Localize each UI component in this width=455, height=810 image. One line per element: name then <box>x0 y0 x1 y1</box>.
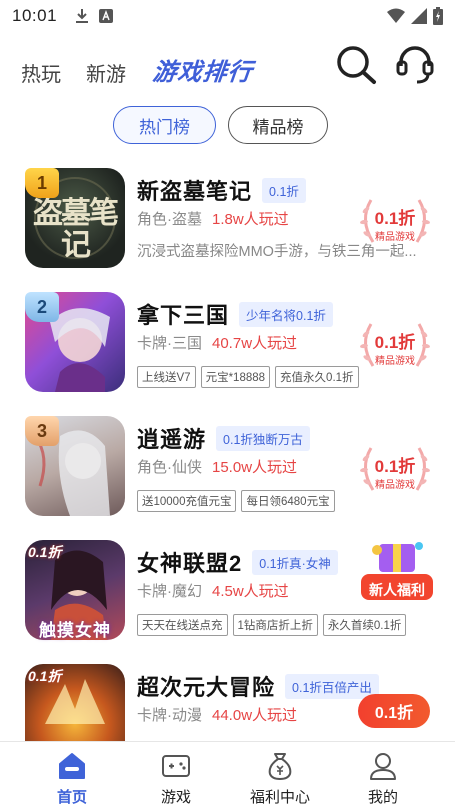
benefit-chip: 送10000充值元宝 <box>137 490 237 512</box>
meta-row: 卡牌·动漫 44.0w人玩过 <box>137 704 297 725</box>
game-category: 卡牌·魔幻 <box>137 583 202 600</box>
game-title-row: 拿下三国 少年名将0.1折 <box>137 298 333 330</box>
discount-tag: 0.1折 <box>262 177 306 203</box>
game-category: 角色·盗墓 <box>137 211 202 228</box>
nav-games[interactable]: 游戏 <box>136 742 216 810</box>
game-category: 卡牌·动漫 <box>137 707 202 724</box>
nav-label: 福利中心 <box>249 789 310 806</box>
nav-label: 首页 <box>56 789 87 806</box>
money-bag-icon <box>268 753 292 781</box>
game-name[interactable]: 女神联盟2 <box>137 546 242 578</box>
person-icon <box>370 753 396 780</box>
list-item[interactable]: 0.1折 触摸女神 女神联盟2 0.1折真·女神 卡牌·魔幻 4.5w人玩过 天… <box>0 540 455 660</box>
newbie-gift-label: 新人福利 <box>369 582 425 598</box>
benefit-chip: 每日领6480元宝 <box>241 490 335 512</box>
list-item[interactable]: 0.1折 超次元大冒险 0.1折百倍产出 卡牌·动漫 44.0w人玩过 0.1折 <box>0 664 455 741</box>
list-item[interactable]: 2 拿下三国 少年名将0.1折 卡牌·三国 40.7w人玩过 上线送V7 元宝*… <box>0 292 455 412</box>
award-label: 精品游戏 <box>375 356 415 367</box>
segment-hot-list[interactable]: 热门榜 <box>113 106 216 144</box>
meta-row: 卡牌·魔幻 4.5w人玩过 <box>137 580 289 601</box>
status-right-icons <box>387 7 443 25</box>
award-label: 精品游戏 <box>375 232 415 243</box>
tab-new[interactable]: 新游 <box>86 58 126 87</box>
nav-label: 我的 <box>367 789 398 806</box>
game-title-row: 女神联盟2 0.1折真·女神 <box>137 546 338 578</box>
bottom-nav: 首页 游戏 福利中心 我的 <box>0 741 455 810</box>
chip-row: 送10000充值元宝 每日领6480元宝 <box>137 490 335 512</box>
players-count: 44.0w人玩过 <box>212 707 298 724</box>
icon-corner-label: 0.1折 <box>28 668 62 684</box>
award-badge: 0.1折 精品游戏 <box>357 316 433 376</box>
benefit-chip: 元宝*18888 <box>200 366 271 388</box>
nav-mine[interactable]: 我的 <box>343 742 423 810</box>
status-bar: 10:01 <box>0 0 455 32</box>
game-title-row: 新盗墓笔记 0.1折 <box>137 174 306 206</box>
chip-row: 上线送V7 元宝*18888 充值永久0.1折 <box>137 366 359 388</box>
game-title-row: 超次元大冒险 0.1折百倍产出 <box>137 670 379 702</box>
game-category: 角色·仙侠 <box>137 459 202 476</box>
benefit-chip: 1钻商店折上折 <box>232 614 318 636</box>
game-icon-calligraphy: 盗墓笔记 <box>33 196 119 263</box>
game-name[interactable]: 逍遥游 <box>137 422 206 454</box>
award-value: 0.1折 <box>374 457 416 476</box>
rank-badge: 3 <box>25 416 59 446</box>
segment-premium-list[interactable]: 精品榜 <box>228 106 328 144</box>
search-icon[interactable] <box>333 42 377 86</box>
rank-badge: 2 <box>25 292 59 322</box>
players-count: 1.8w人玩过 <box>212 211 289 228</box>
meta-row: 卡牌·三国 40.7w人玩过 <box>137 332 297 353</box>
signal-icon <box>411 8 427 24</box>
award-label: 精品游戏 <box>375 480 415 491</box>
discount-tag: 少年名将0.1折 <box>239 301 333 327</box>
nav-label: 游戏 <box>160 789 191 806</box>
gamepad-icon <box>162 755 190 777</box>
nav-welfare-center[interactable]: 福利中心 <box>240 742 320 810</box>
nav-home[interactable]: 首页 <box>32 742 112 810</box>
customer-service-icon[interactable] <box>393 42 437 86</box>
tab-ranking[interactable]: 游戏排行 <box>151 52 255 87</box>
status-left-icons <box>75 8 114 24</box>
icon-title-label: 触摸女神 <box>39 621 111 640</box>
game-category: 卡牌·三国 <box>137 335 202 352</box>
benefit-chip: 上线送V7 <box>137 366 196 388</box>
tab-hot[interactable]: 热玩 <box>21 58 61 87</box>
icon-corner-label: 0.1折 <box>28 544 62 560</box>
game-title-row: 逍遥游 0.1折独断万古 <box>137 422 310 454</box>
list-item[interactable]: 盗墓笔记 1 新盗墓笔记 0.1折 角色·盗墓 1.8w人玩过 沉浸式盗墓探险M… <box>0 168 455 288</box>
battery-icon <box>433 7 443 25</box>
benefit-chip: 永久首续0.1折 <box>322 614 407 636</box>
keyboard-a-icon <box>99 9 114 23</box>
header: 热玩 新游 游戏排行 <box>0 40 455 96</box>
newbie-gift-badge[interactable]: 新人福利 <box>357 536 437 606</box>
award-badge: 0.1折 精品游戏 <box>357 192 433 252</box>
wifi-icon <box>387 8 405 23</box>
status-time: 10:01 <box>12 6 58 25</box>
benefit-chip: 充值永久0.1折 <box>275 366 359 388</box>
chip-row: 天天在线送点充 1钻商店折上折 永久首续0.1折 <box>137 614 407 636</box>
discount-tag: 0.1折真·女神 <box>252 549 338 575</box>
game-name[interactable]: 新盗墓笔记 <box>137 174 252 206</box>
discount-play-button[interactable]: 0.1折 <box>358 694 430 728</box>
meta-row: 角色·盗墓 1.8w人玩过 <box>137 208 289 229</box>
download-icon <box>76 9 89 23</box>
meta-row: 角色·仙侠 15.0w人玩过 <box>137 456 297 477</box>
home-icon <box>59 753 85 779</box>
award-value: 0.1折 <box>374 333 416 352</box>
discount-tag: 0.1折百倍产出 <box>285 673 379 699</box>
players-count: 40.7w人玩过 <box>212 335 298 352</box>
rank-badge: 1 <box>25 168 59 198</box>
game-name[interactable]: 拿下三国 <box>137 298 229 330</box>
game-name[interactable]: 超次元大冒险 <box>137 670 275 702</box>
award-value: 0.1折 <box>374 209 416 228</box>
benefit-chip: 天天在线送点充 <box>137 614 228 636</box>
award-badge: 0.1折 精品游戏 <box>357 440 433 500</box>
discount-tag: 0.1折独断万古 <box>216 425 310 451</box>
list-item[interactable]: 3 逍遥游 0.1折独断万古 角色·仙侠 15.0w人玩过 送10000充值元宝… <box>0 416 455 536</box>
players-count: 4.5w人玩过 <box>212 583 289 600</box>
players-count: 15.0w人玩过 <box>212 459 298 476</box>
